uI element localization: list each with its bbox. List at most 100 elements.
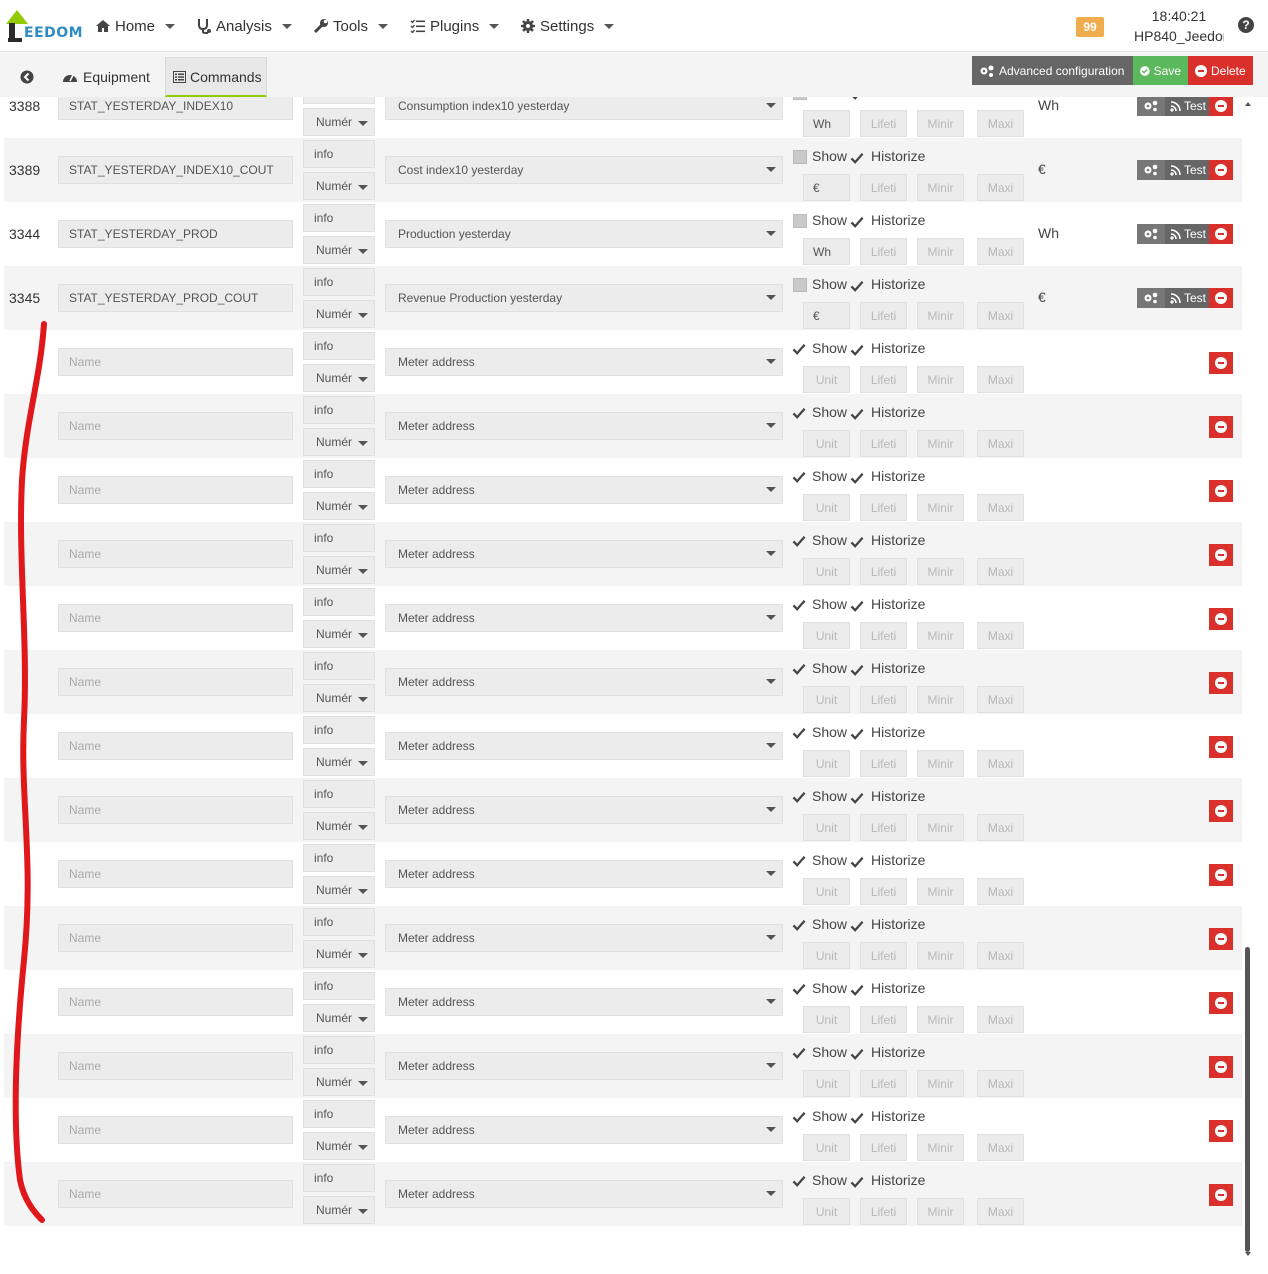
tab-equipment[interactable]: Equipment: [58, 57, 166, 97]
command-subtype-select[interactable]: Numér: [303, 300, 375, 328]
show-checkbox[interactable]: [792, 1174, 806, 1188]
historize-checkbox[interactable]: [850, 663, 864, 677]
command-subtype-select[interactable]: Numér: [303, 940, 375, 968]
command-subtype-select[interactable]: Numér: [303, 364, 375, 392]
min-value-input[interactable]: Minir: [917, 366, 964, 393]
lifetime-input[interactable]: Lifeti: [860, 494, 907, 521]
command-subtype-select[interactable]: Numér: [303, 492, 375, 520]
show-checkbox[interactable]: [792, 918, 806, 932]
command-subtype-select[interactable]: Numér: [303, 236, 375, 264]
unit-input[interactable]: €: [803, 302, 850, 329]
remove-command-button[interactable]: [1209, 928, 1233, 950]
min-value-input[interactable]: Minir: [917, 174, 964, 201]
meter-address-select[interactable]: Meter address: [385, 540, 783, 568]
max-value-input[interactable]: Maxi: [977, 302, 1024, 329]
lifetime-input[interactable]: Lifeti: [860, 110, 907, 137]
command-name-input[interactable]: Name: [58, 796, 293, 824]
lifetime-input[interactable]: Lifeti: [860, 1006, 907, 1033]
command-type-select[interactable]: info: [303, 396, 375, 424]
show-checkbox[interactable]: [792, 1110, 806, 1124]
show-checkbox[interactable]: [792, 662, 806, 676]
meter-address-select[interactable]: Meter address: [385, 668, 783, 696]
show-checkbox[interactable]: [793, 278, 807, 292]
command-test-button[interactable]: Test: [1165, 97, 1211, 116]
lifetime-input[interactable]: Lifeti: [860, 622, 907, 649]
command-config-button[interactable]: [1137, 97, 1165, 116]
min-value-input[interactable]: Minir: [917, 814, 964, 841]
command-subtype-select[interactable]: Numér: [303, 428, 375, 456]
lifetime-input[interactable]: Lifeti: [860, 750, 907, 777]
meter-address-select[interactable]: Meter address: [385, 1180, 783, 1208]
lifetime-input[interactable]: Lifeti: [860, 366, 907, 393]
min-value-input[interactable]: Minir: [917, 622, 964, 649]
command-name-input[interactable]: Name: [58, 604, 293, 632]
remove-command-button[interactable]: [1209, 352, 1233, 374]
unit-input[interactable]: Unit: [803, 750, 850, 777]
scrollbar[interactable]: [1243, 97, 1253, 1265]
show-checkbox[interactable]: [793, 214, 807, 228]
show-checkbox[interactable]: [792, 598, 806, 612]
command-subtype-select[interactable]: Numér: [303, 1004, 375, 1032]
max-value-input[interactable]: Maxi: [977, 1006, 1024, 1033]
lifetime-input[interactable]: Lifeti: [860, 558, 907, 585]
command-subtype-select[interactable]: Numér: [303, 108, 375, 136]
show-checkbox[interactable]: [792, 726, 806, 740]
unit-input[interactable]: Unit: [803, 942, 850, 969]
command-subtype-select[interactable]: Numér: [303, 556, 375, 584]
show-checkbox[interactable]: [792, 342, 806, 356]
historize-checkbox[interactable]: [850, 855, 864, 869]
unit-input[interactable]: Unit: [803, 366, 850, 393]
command-name-input[interactable]: Name: [58, 988, 293, 1016]
remove-command-button[interactable]: [1209, 736, 1233, 758]
unit-input[interactable]: Unit: [803, 430, 850, 457]
command-type-select[interactable]: info: [303, 140, 375, 168]
min-value-input[interactable]: Minir: [917, 1070, 964, 1097]
historize-checkbox[interactable]: [850, 407, 864, 421]
show-checkbox[interactable]: [792, 982, 806, 996]
remove-command-button[interactable]: [1209, 160, 1233, 180]
min-value-input[interactable]: Minir: [917, 302, 964, 329]
remove-command-button[interactable]: [1209, 416, 1233, 438]
meter-address-select[interactable]: Meter address: [385, 988, 783, 1016]
command-config-button[interactable]: [1137, 224, 1165, 244]
command-type-select[interactable]: info: [303, 844, 375, 872]
command-type-select[interactable]: info: [303, 268, 375, 296]
max-value-input[interactable]: Maxi: [977, 1134, 1024, 1161]
max-value-input[interactable]: Maxi: [977, 750, 1024, 777]
command-name-input[interactable]: Name: [58, 540, 293, 568]
unit-input[interactable]: Unit: [803, 878, 850, 905]
historize-checkbox[interactable]: [850, 279, 864, 293]
command-config-button[interactable]: [1137, 160, 1165, 180]
min-value-input[interactable]: Minir: [917, 942, 964, 969]
show-checkbox[interactable]: [792, 790, 806, 804]
lifetime-input[interactable]: Lifeti: [860, 174, 907, 201]
command-subtype-select[interactable]: Numér: [303, 748, 375, 776]
unit-input[interactable]: Wh: [803, 238, 850, 265]
show-checkbox[interactable]: [793, 97, 807, 100]
meter-address-select[interactable]: Cost index10 yesterday: [385, 156, 783, 184]
command-subtype-select[interactable]: Numér: [303, 684, 375, 712]
remove-command-button[interactable]: [1209, 608, 1233, 630]
command-name-input[interactable]: Name: [58, 860, 293, 888]
meter-address-select[interactable]: Meter address: [385, 732, 783, 760]
tab-commands[interactable]: Commands: [165, 57, 267, 97]
max-value-input[interactable]: Maxi: [977, 878, 1024, 905]
meter-address-select[interactable]: Meter address: [385, 348, 783, 376]
unit-input[interactable]: Unit: [803, 1134, 850, 1161]
max-value-input[interactable]: Maxi: [977, 1070, 1024, 1097]
historize-checkbox[interactable]: [850, 151, 864, 165]
meter-address-select[interactable]: Meter address: [385, 924, 783, 952]
command-type-select[interactable]: info: [303, 1164, 375, 1192]
advanced-configuration-button[interactable]: Advanced configuration: [972, 56, 1133, 85]
command-name-input[interactable]: STAT_YESTERDAY_PROD: [58, 220, 293, 248]
lifetime-input[interactable]: Lifeti: [860, 430, 907, 457]
command-type-select[interactable]: info: [303, 204, 375, 232]
unit-input[interactable]: Unit: [803, 686, 850, 713]
show-checkbox[interactable]: [792, 1046, 806, 1060]
jeedom-logo[interactable]: EEDOM: [4, 6, 83, 46]
min-value-input[interactable]: Minir: [917, 430, 964, 457]
unit-input[interactable]: €: [803, 174, 850, 201]
delete-button[interactable]: Delete: [1188, 56, 1253, 85]
min-value-input[interactable]: Minir: [917, 494, 964, 521]
max-value-input[interactable]: Maxi: [977, 174, 1024, 201]
